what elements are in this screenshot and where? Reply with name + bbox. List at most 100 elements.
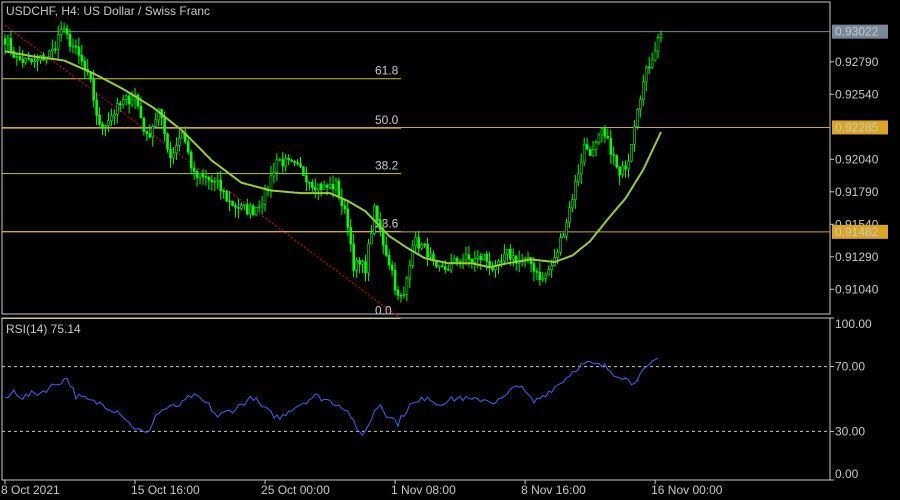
candle-body [423,243,426,246]
candle-body [387,254,391,266]
candle-body [562,235,565,238]
candle-body [222,190,225,193]
candle-body [384,244,388,256]
time-tick-label: 15 Oct 16:00 [131,483,200,497]
candle-body [574,181,577,200]
candle-body [272,172,276,177]
candle-body [476,255,480,259]
candle-body [358,260,361,265]
candle-body [95,99,98,116]
candle-body [461,259,465,262]
candle-body [364,261,367,274]
candle-body [571,199,574,209]
candle-body [576,173,580,182]
candle-body [92,78,95,101]
candle-body [98,114,101,125]
candle-body [644,66,648,83]
fib-level-label: 0.0 [375,304,392,318]
candle-body [653,50,657,61]
candle-body [446,269,450,271]
rsi-tick-label: 30.00 [835,424,865,438]
candle-body [316,183,320,191]
candle-body [110,115,113,122]
candle-body [216,179,220,182]
candle-body [550,265,553,271]
candle-body [325,184,329,188]
candle-body [458,260,462,263]
candle-body [485,253,488,262]
candle-body [48,50,51,58]
candle-body [411,245,415,266]
candle-body [169,148,172,159]
candle-body [56,34,60,50]
candle-body [104,125,107,128]
candle-body [594,142,598,150]
candle-body [139,105,143,119]
candle-body [145,131,149,135]
candle-body [219,179,223,192]
candle-body [603,128,607,137]
candle-body [189,151,193,169]
candle-body [198,172,202,178]
candle-body [178,137,181,146]
time-tick-label: 25 Oct 00:00 [261,483,330,497]
candle-body [479,255,483,261]
candle-body [50,48,54,52]
candle-body [656,37,660,52]
candle-body [585,144,589,150]
candle-body [234,205,237,208]
candle-body [313,187,317,191]
candle-body [213,181,217,183]
candle-body [293,160,296,163]
price-tick-label: 0.92790 [835,55,879,69]
candle-body [71,45,75,48]
candle-body [381,229,385,246]
candle-body [192,167,196,172]
candle-body [650,59,654,68]
candle-body [305,175,308,183]
candle-body [65,28,69,35]
candle-body [464,254,468,261]
candle-body [210,179,214,183]
candle-body [565,222,568,237]
candle-body [21,59,25,63]
candle-body [600,128,604,136]
rsi-tick-label: 0.00 [835,467,859,481]
candle-body [399,294,403,297]
candle-body [83,61,87,70]
candle-body [612,154,616,156]
candle-body [27,57,30,60]
candle-body [609,138,613,155]
price-tag-label: 0.91482 [835,225,879,239]
candle-body [426,244,429,258]
candle-body [263,189,267,205]
fib-level-label: 61.8 [375,64,399,78]
candle-body [121,99,125,105]
candle-body [207,176,211,181]
candle-body [163,117,166,135]
candle-body [352,243,355,271]
candle-body [240,204,243,209]
candle-body [228,200,231,203]
time-tick-label: 8 Nov 16:00 [521,483,586,497]
candle-body [127,95,131,105]
candle-body [130,99,134,105]
candle-body [151,126,155,138]
price-tick-label: 0.92540 [835,87,879,101]
candle-body [659,34,663,38]
candle-body [278,159,282,161]
candle-body [597,134,601,143]
candle-body [59,29,63,35]
candle-body [30,58,33,63]
candle-body [402,294,406,296]
candle-body [77,46,81,56]
fib-level-label: 38.2 [375,159,399,173]
candle-body [257,206,261,209]
candle-body [15,56,19,58]
candle-body [337,180,341,199]
fib-level-label: 50.0 [375,113,399,127]
candle-body [9,38,13,52]
candle-body [148,133,152,138]
candle-body [441,265,444,268]
price-tick-label: 0.91040 [835,282,879,296]
